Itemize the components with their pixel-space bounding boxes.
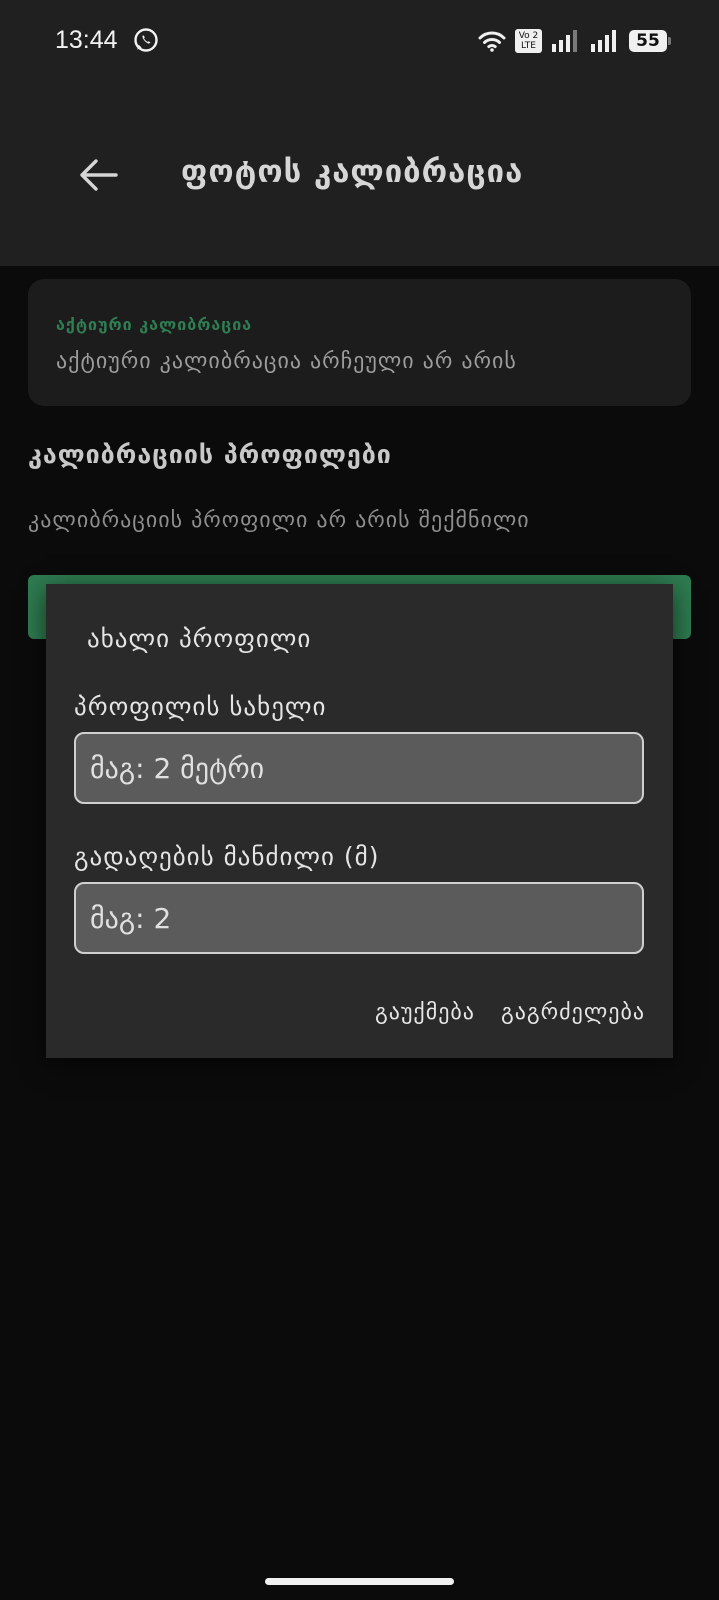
profile-name-input[interactable] [74,732,644,804]
volte-icon: Vo 2 LTE [515,29,542,53]
home-indicator[interactable] [265,1578,454,1585]
volte-line-1: Vo 2 [518,31,539,41]
profiles-section-title: კალიბრაციის პროფილები [28,440,392,469]
battery-icon: 55 [629,30,671,52]
back-arrow-icon[interactable] [78,158,118,192]
dialog-actions: გაუქმება გაგრძელება [375,1000,645,1025]
status-icons: Vo 2 LTE 55 [478,28,671,54]
continue-button[interactable]: გაგრძელება [501,1000,645,1025]
new-profile-dialog: ახალი პროფილი პროფილის სახელი გადაღების … [46,584,673,1058]
active-calibration-card: აქტიური კალიბრაცია აქტიური კალიბრაცია არ… [28,279,691,406]
app-bar: ფოტოს კალიბრაცია [0,86,719,266]
profiles-empty-text: კალიბრაციის პროფილი არ არის შექმნილი [28,508,530,533]
distance-input[interactable] [74,882,644,954]
page-title: ფოტოს კალიბრაცია [181,154,524,190]
active-calibration-value: აქტიური კალიბრაცია არჩეული არ არის [56,349,517,374]
status-time: 13:44 [55,26,118,54]
signal-icon-sim2 [591,30,616,52]
distance-label: გადაღების მანძილი (მ) [74,842,380,871]
dialog-title: ახალი პროფილი [87,624,312,653]
active-calibration-label: აქტიური კალიბრაცია [56,315,253,334]
volte-line-2: LTE [521,41,536,51]
profile-name-label: პროფილის სახელი [74,692,327,721]
wifi-icon [478,31,506,52]
whatsapp-icon [134,28,158,52]
signal-icon-sim1 [552,30,577,52]
cancel-button[interactable]: გაუქმება [375,1000,475,1025]
status-bar: 13:44 Vo 2 LTE 55 [0,0,719,86]
